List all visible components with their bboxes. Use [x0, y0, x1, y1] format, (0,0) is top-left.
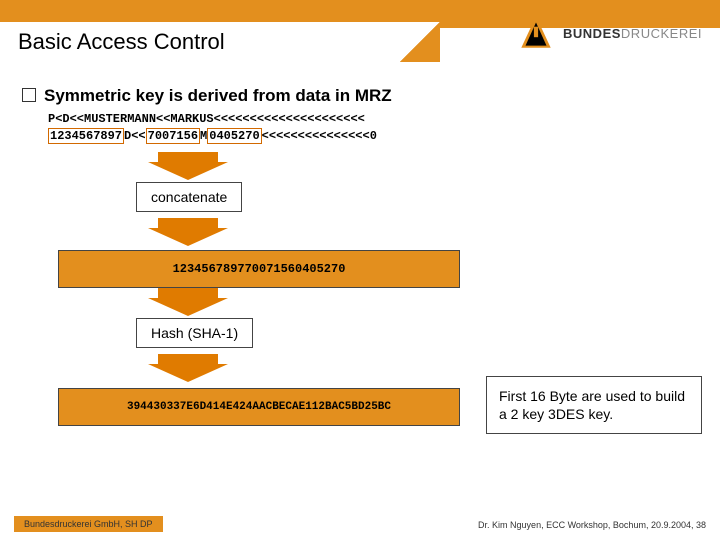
- brand-text: BUNDESDRUCKEREI: [563, 26, 702, 41]
- mrz-sep1: D<<: [124, 129, 146, 143]
- footer-right: Dr. Kim Nguyen, ECC Workshop, Bochum, 20…: [478, 520, 706, 530]
- arrow-down-icon: [148, 150, 228, 180]
- mrz-tail: <<<<<<<<<<<<<<<0: [262, 129, 377, 143]
- mrz-dob: 7007156: [146, 128, 200, 144]
- footer-left: Bundesdruckerei GmbH, SH DP: [14, 516, 163, 532]
- mrz-docno: 1234567897: [48, 128, 124, 144]
- mrz-expiry: 0405270: [207, 128, 261, 144]
- footer: Bundesdruckerei GmbH, SH DP Dr. Kim Nguy…: [0, 512, 720, 534]
- eagle-icon: [515, 12, 557, 54]
- hash-value: 394430337E6D414E424AACBECAE112BAC5BD25BC: [58, 388, 460, 426]
- bullet-square-icon: [22, 88, 36, 102]
- arrow-down-icon: [148, 352, 228, 382]
- bullet-heading: Symmetric key is derived from data in MR…: [22, 86, 702, 106]
- mrz-line-2: 1234567897D<<7007156M0405270<<<<<<<<<<<<…: [48, 128, 702, 144]
- note-box: First 16 Byte are used to build a 2 key …: [486, 376, 702, 434]
- concatenated-value: 123456789770071560405270: [58, 250, 460, 288]
- bullet-text: Symmetric key is derived from data in MR…: [44, 86, 392, 105]
- arrow-down-icon: [148, 216, 228, 246]
- step-concatenate: concatenate: [136, 182, 242, 212]
- title-slant: [400, 22, 440, 62]
- step-hash: Hash (SHA-1): [136, 318, 253, 348]
- arrow-down-icon: [148, 286, 228, 316]
- page-title: Basic Access Control: [0, 22, 418, 62]
- mrz-line-1: P<D<<MUSTERMANN<<MARKUS<<<<<<<<<<<<<<<<<…: [48, 112, 702, 126]
- mrz-sex: M: [200, 129, 207, 143]
- brand-logo: BUNDESDRUCKEREI: [515, 12, 702, 54]
